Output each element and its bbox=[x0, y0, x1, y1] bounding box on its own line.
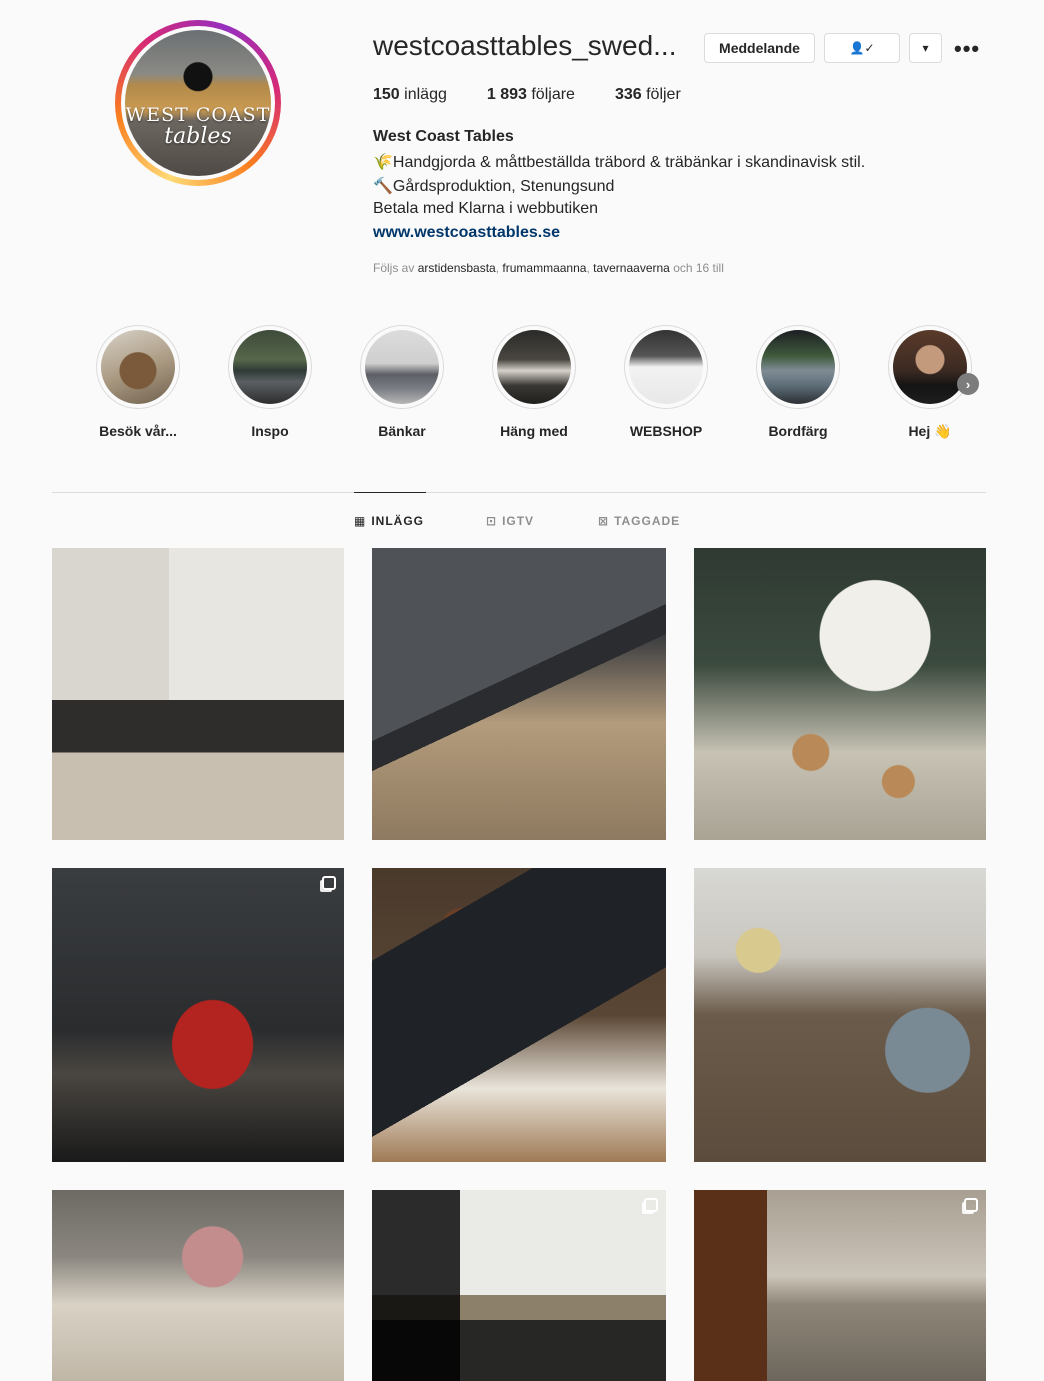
avatar-border: WEST COAST tables bbox=[121, 26, 275, 180]
post-thumbnail[interactable] bbox=[694, 1190, 986, 1381]
highlight-ring bbox=[360, 325, 444, 409]
message-button[interactable]: Meddelande bbox=[704, 33, 815, 63]
highlight-cover bbox=[629, 330, 703, 404]
following-count-value: 336 bbox=[614, 86, 642, 103]
followed-by[interactable]: Följs av arstidensbasta, frumammaanna, t… bbox=[373, 261, 724, 275]
bio-line: Betala med Klarna i webbutiken bbox=[373, 200, 599, 217]
avatar-logo-text: WEST COAST bbox=[125, 104, 271, 126]
post-thumbnail[interactable] bbox=[52, 548, 344, 840]
highlight-ring bbox=[756, 325, 840, 409]
following-count-label: följer bbox=[646, 86, 681, 103]
more-options-icon[interactable]: ••• bbox=[954, 36, 980, 62]
highlight-label: Hej 👋 bbox=[908, 423, 952, 439]
grid-icon: ▦ bbox=[354, 514, 367, 528]
post-thumbnail[interactable] bbox=[372, 548, 666, 840]
followed-by-suffix: och 16 till bbox=[673, 261, 724, 275]
highlight-label: Bordfärg bbox=[768, 423, 828, 439]
highlight-item[interactable]: Besök vår... bbox=[88, 325, 188, 439]
followed-by-prefix: Följs av bbox=[373, 261, 415, 275]
profile-full-name: West Coast Tables bbox=[373, 128, 514, 145]
follower-username[interactable]: arstidensbasta bbox=[418, 261, 496, 275]
website-link[interactable]: www.westcoasttables.se bbox=[373, 224, 560, 242]
tab-posts-label: INLÄGG bbox=[371, 514, 425, 528]
highlight-cover bbox=[893, 330, 967, 404]
carousel-icon bbox=[322, 876, 336, 890]
highlight-ring bbox=[492, 325, 576, 409]
highlight-cover bbox=[101, 330, 175, 404]
highlight-label: Häng med bbox=[500, 423, 568, 439]
follower-username[interactable]: frumammaanna bbox=[502, 261, 586, 275]
tabs-divider bbox=[52, 492, 986, 493]
chevron-down-icon: ▾ bbox=[922, 41, 929, 55]
highlights-next-icon[interactable]: › bbox=[957, 373, 979, 395]
highlight-label: Inspo bbox=[251, 423, 289, 439]
post-thumbnail[interactable] bbox=[372, 1190, 666, 1381]
post-thumbnail[interactable] bbox=[694, 868, 986, 1162]
tab-tagged[interactable]: ⊠ TAGGADE bbox=[598, 514, 680, 528]
highlight-ring bbox=[96, 325, 180, 409]
highlight-cover bbox=[497, 330, 571, 404]
highlight-ring bbox=[888, 325, 972, 409]
carousel-icon bbox=[964, 1198, 978, 1212]
carousel-icon bbox=[644, 1198, 658, 1212]
posts-count-value: 150 bbox=[373, 86, 400, 103]
post-thumbnail[interactable] bbox=[52, 1190, 344, 1381]
profile-avatar[interactable]: WEST COAST tables bbox=[115, 20, 281, 186]
highlight-cover bbox=[761, 330, 835, 404]
post-thumbnail[interactable] bbox=[694, 548, 986, 840]
active-tab-indicator bbox=[354, 492, 426, 493]
profile-stats: 150 inlägg 1 893 följare 336 följer bbox=[373, 86, 681, 104]
highlight-item[interactable]: Häng med bbox=[484, 325, 584, 439]
avatar-image: WEST COAST tables bbox=[125, 30, 271, 176]
suggestions-dropdown-button[interactable]: ▾ bbox=[909, 33, 942, 63]
avatar-logo-script: tables bbox=[164, 124, 232, 149]
following-icon: 👤✓ bbox=[849, 41, 875, 55]
highlight-item[interactable]: Bänkar bbox=[352, 325, 452, 439]
bio-line: 🌾Handgjorda & måttbeställda träbord & tr… bbox=[373, 154, 866, 171]
highlight-label: Bänkar bbox=[378, 423, 426, 439]
tab-tagged-label: TAGGADE bbox=[614, 514, 681, 528]
highlight-label: WEBSHOP bbox=[629, 423, 703, 439]
highlight-cover bbox=[233, 330, 307, 404]
highlight-ring bbox=[624, 325, 708, 409]
igtv-icon: ⊡ bbox=[486, 514, 498, 528]
highlight-item[interactable]: WEBSHOP bbox=[616, 325, 716, 439]
profile-username: westcoasttables_swed... bbox=[373, 30, 677, 61]
posts-count-label: inlägg bbox=[404, 86, 447, 103]
highlight-item[interactable]: Inspo bbox=[220, 325, 320, 439]
following-button[interactable]: 👤✓ bbox=[824, 33, 900, 63]
posts-count: 150 inlägg bbox=[373, 86, 447, 104]
post-thumbnail[interactable] bbox=[52, 868, 344, 1162]
highlight-cover bbox=[365, 330, 439, 404]
tagged-icon: ⊠ bbox=[598, 514, 610, 528]
followers-count[interactable]: 1 893 följare bbox=[487, 86, 575, 104]
tab-igtv-label: IGTV bbox=[502, 514, 535, 528]
following-count[interactable]: 336 följer bbox=[615, 86, 681, 104]
tab-posts[interactable]: ▦ INLÄGG bbox=[354, 514, 424, 528]
tab-igtv[interactable]: ⊡ IGTV bbox=[486, 514, 534, 528]
follower-username[interactable]: tavernaaverna bbox=[593, 261, 670, 275]
highlight-label: Besök vår... bbox=[99, 423, 177, 439]
highlight-ring bbox=[228, 325, 312, 409]
followers-count-label: följare bbox=[531, 86, 575, 103]
post-thumbnail[interactable] bbox=[372, 868, 666, 1162]
highlight-item[interactable]: Bordfärg bbox=[748, 325, 848, 439]
followers-count-value: 1 893 bbox=[486, 86, 527, 103]
bio-line: 🔨Gårdsproduktion, Stenungsund bbox=[373, 178, 615, 195]
